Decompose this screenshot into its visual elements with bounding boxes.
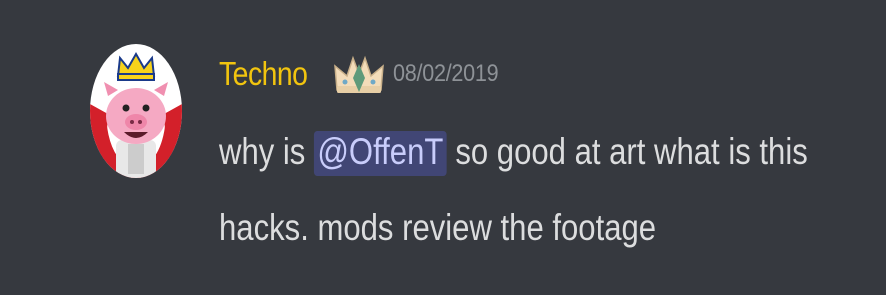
- message-line-1: why is @OffenT so good at art what is th…: [219, 114, 808, 190]
- message-content: why is @OffenT so good at art what is th…: [219, 114, 808, 266]
- pig-with-crown-avatar: [90, 44, 182, 178]
- message-line-2: hacks. mods review the footage: [219, 207, 657, 248]
- chat-message: Techno 08/02/2019 why is @OffenT so good…: [0, 0, 886, 295]
- content-suffix: so good at art what is this: [446, 131, 808, 172]
- user-mention[interactable]: @OffenT: [313, 131, 447, 176]
- user-avatar[interactable]: [90, 44, 182, 178]
- message-timestamp: 08/02/2019: [393, 60, 499, 87]
- content-prefix: why is: [219, 131, 314, 172]
- message-header: Techno 08/02/2019: [219, 50, 510, 98]
- crown-badge-icon: [331, 52, 387, 96]
- author-username[interactable]: Techno: [219, 55, 315, 93]
